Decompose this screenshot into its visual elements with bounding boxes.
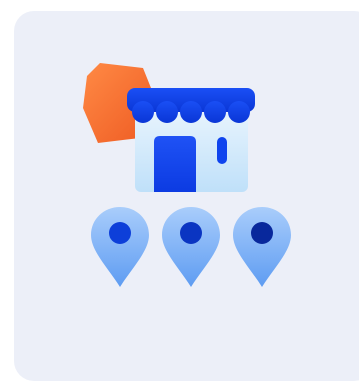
- location-pin-3: [233, 207, 291, 287]
- store-window: [217, 137, 227, 164]
- store-illustration: [83, 63, 291, 287]
- store-door: [154, 136, 196, 192]
- store-awning: [127, 88, 255, 123]
- location-pin-2: [162, 207, 220, 287]
- pin-dot: [180, 222, 202, 244]
- pin-dot: [109, 222, 131, 244]
- location-pin-1: [91, 207, 149, 287]
- pin-dot: [251, 222, 273, 244]
